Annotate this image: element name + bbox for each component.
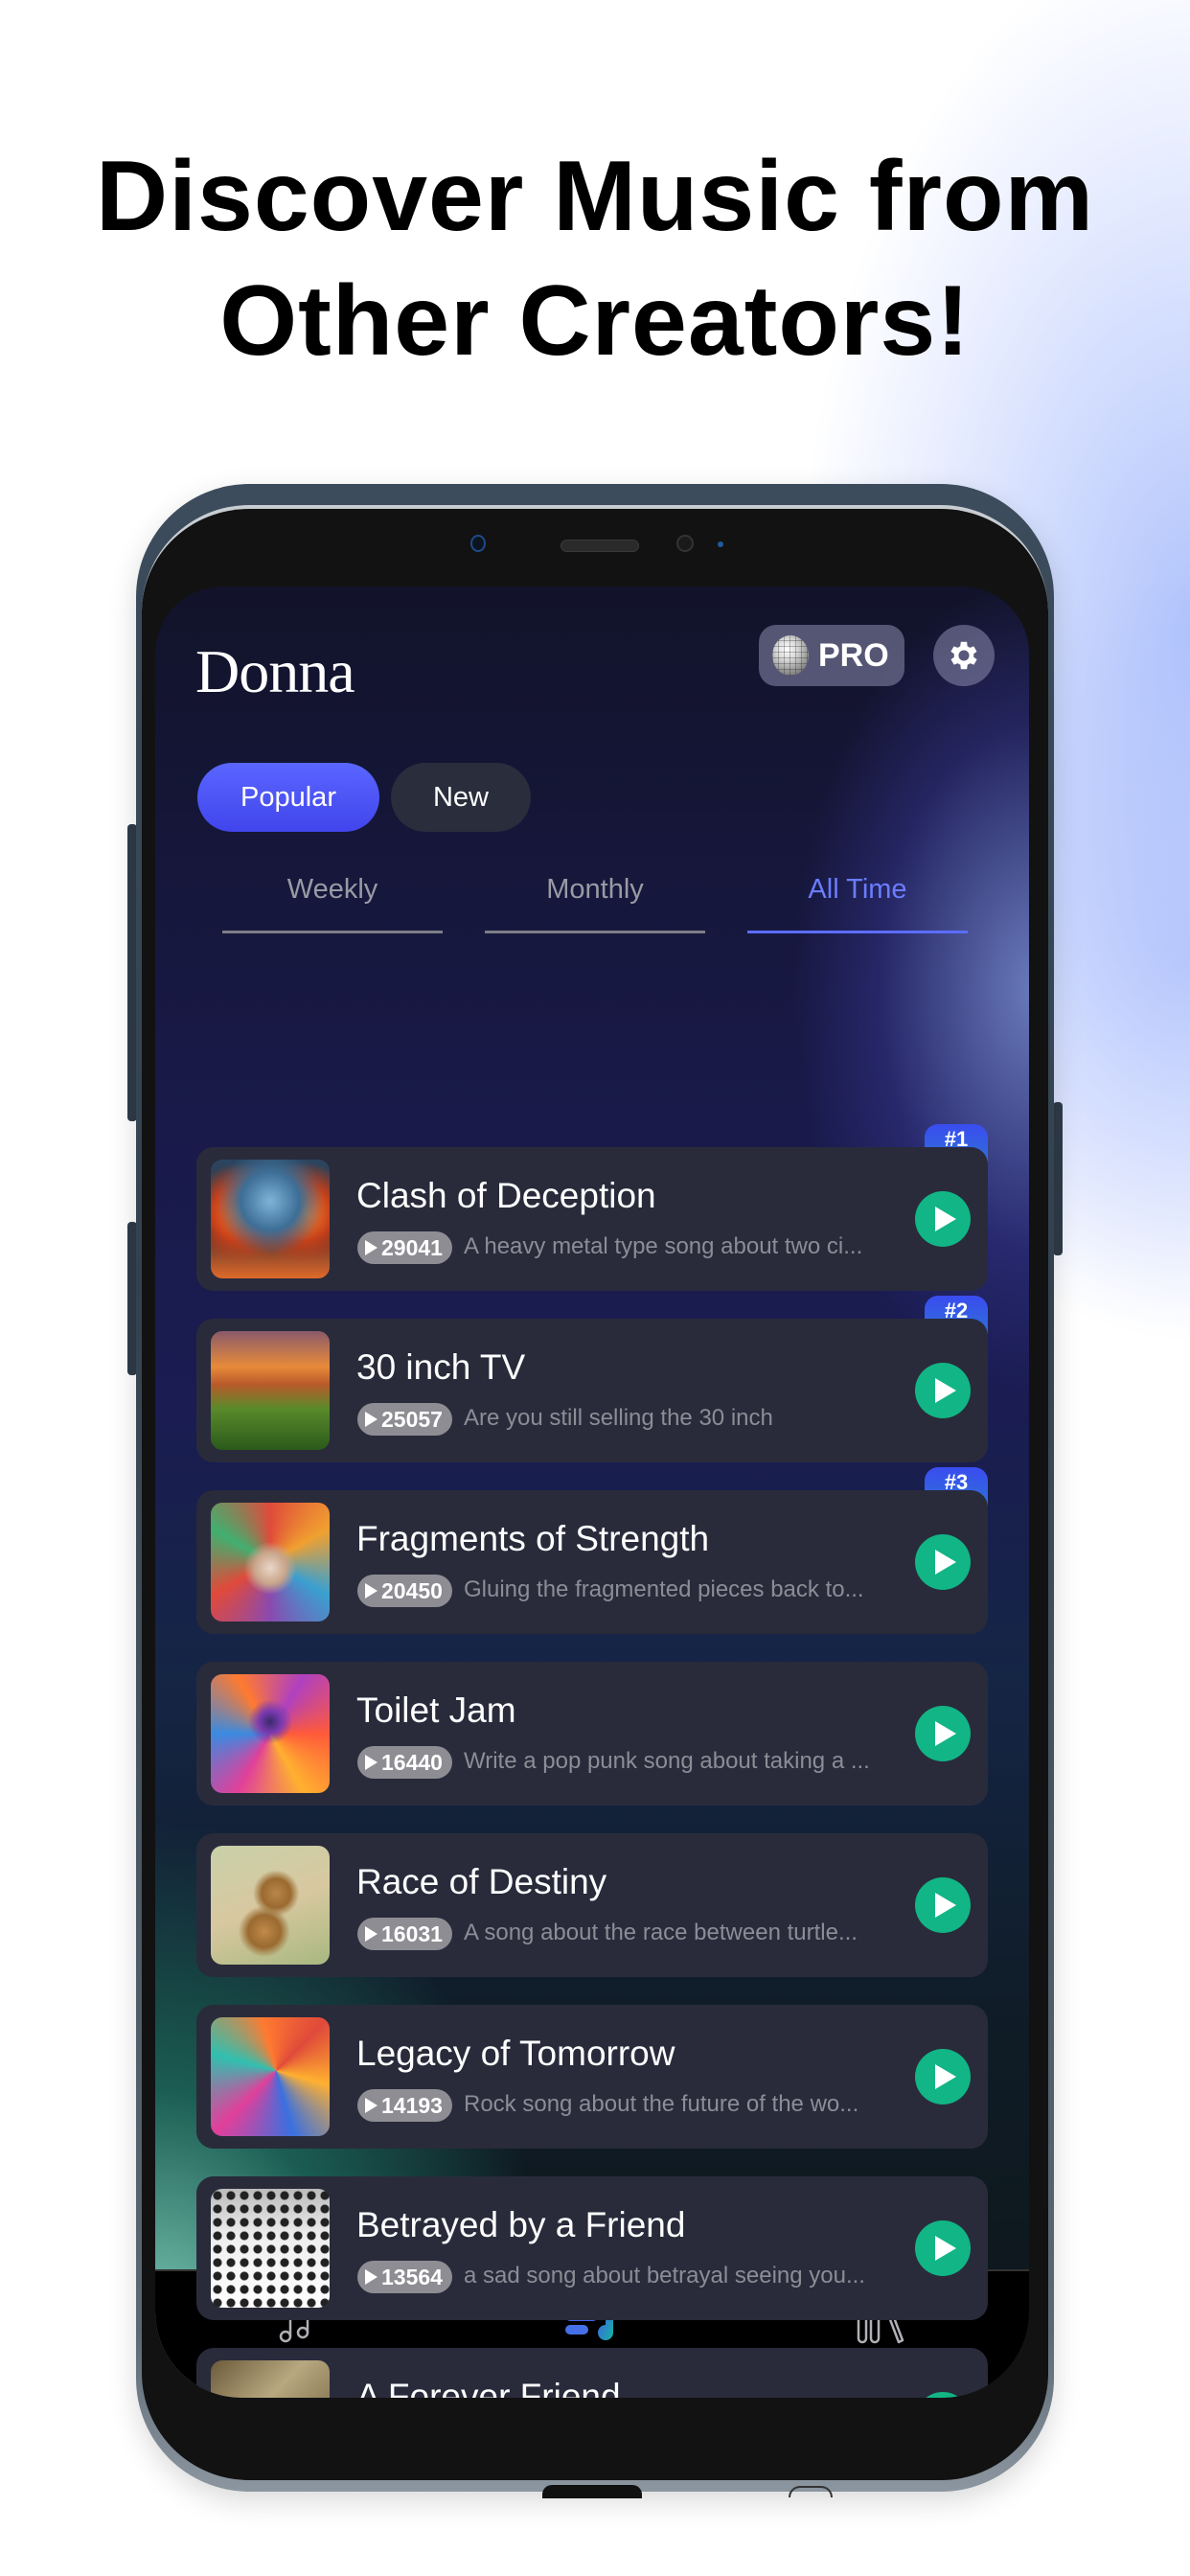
play-count-badge: 16031	[357, 1918, 452, 1950]
song-description: Rock song about the future of the wo...	[464, 2091, 859, 2117]
pro-label: PRO	[818, 636, 889, 674]
charging-port	[542, 2485, 642, 2498]
song-description: A heavy metal type song about two ci...	[464, 1233, 863, 1259]
play-count: 14193	[381, 2092, 443, 2118]
song-title: Legacy of Tomorrow	[356, 2034, 675, 2073]
play-count-badge: 14193	[357, 2089, 452, 2122]
song-description: a sad song about betrayal seeing you...	[464, 2263, 865, 2288]
play-count: 25057	[381, 1406, 443, 1432]
headline-line-2: Other Creators!	[219, 265, 971, 377]
play-count: 20450	[381, 1577, 443, 1603]
play-count-icon	[365, 1926, 378, 1942]
disco-ball-icon	[772, 635, 809, 676]
song-card[interactable]: #2 30 inch TV 25057 Are you still sellin…	[196, 1296, 988, 1462]
song-artwork	[211, 1503, 330, 1622]
gear-icon	[950, 641, 977, 670]
proximity-sensor-icon	[718, 541, 723, 547]
song-card[interactable]: Legacy of Tomorrow 14193 Rock song about…	[196, 2005, 988, 2149]
play-count-icon	[365, 1412, 378, 1427]
song-description: Are you still selling the 30 inch	[464, 1405, 773, 1431]
song-card[interactable]: Race of Destiny 16031 A song about the r…	[196, 1833, 988, 1977]
play-icon	[935, 1550, 956, 1575]
song-title: Toilet Jam	[356, 1690, 516, 1730]
song-artwork	[211, 1160, 330, 1278]
play-count-icon	[365, 1240, 378, 1255]
play-icon	[935, 1721, 956, 1746]
play-button[interactable]	[915, 1191, 971, 1247]
play-count-badge: 20450	[357, 1575, 452, 1607]
tab-weekly[interactable]: Weekly	[222, 874, 443, 933]
song-card-body: Clash of Deception 29041 A heavy metal t…	[196, 1147, 988, 1291]
sensor-icon	[676, 535, 694, 552]
song-card-body: Fragments of Strength 20450 Gluing the f…	[196, 1490, 988, 1634]
promo-headline: Discover Music from Other Creators!	[0, 134, 1190, 383]
song-card-body: Legacy of Tomorrow 14193 Rock song about…	[196, 2005, 988, 2149]
play-count-icon	[365, 2269, 378, 2285]
song-card[interactable]: #1 Clash of Deception 29041 A heavy meta…	[196, 1124, 988, 1291]
song-artwork	[211, 1331, 330, 1450]
play-button[interactable]	[915, 2392, 971, 2398]
play-button[interactable]	[915, 1877, 971, 1933]
play-count-icon	[365, 2098, 378, 2113]
front-camera-icon	[470, 535, 486, 552]
play-icon	[935, 1378, 956, 1403]
play-count: 16440	[381, 1749, 443, 1775]
song-card-body: Toilet Jam 16440 Write a pop punk song a…	[196, 1662, 988, 1806]
song-artwork	[211, 2017, 330, 2136]
earpiece-speaker	[561, 540, 639, 552]
headphone-jack	[789, 2486, 833, 2497]
song-card[interactable]: #3 Fragments of Strength 20450 Gluing th…	[196, 1467, 988, 1634]
filter-new[interactable]: New	[391, 763, 531, 832]
play-count: 13564	[381, 2264, 443, 2289]
play-button[interactable]	[915, 1363, 971, 1418]
play-button[interactable]	[915, 1706, 971, 1761]
song-description: Gluing the fragmented pieces back to...	[464, 1576, 864, 1602]
play-count-badge: 16440	[357, 1746, 452, 1779]
song-title: Clash of Deception	[356, 1176, 656, 1215]
song-card[interactable]: A Forever Friend	[196, 2348, 988, 2398]
song-title: Race of Destiny	[356, 1862, 607, 1901]
song-description: A song about the race between turtle...	[464, 1920, 858, 1945]
app-screen: Donna PRO Popular New Weekly Monthly All…	[155, 586, 1029, 2398]
song-artwork	[211, 1674, 330, 1793]
song-card-body: 30 inch TV 25057 Are you still selling t…	[196, 1319, 988, 1462]
play-count-badge: 25057	[357, 1403, 452, 1436]
song-artwork	[211, 2360, 330, 2398]
play-count-icon	[365, 1755, 378, 1770]
song-title: A Forever Friend	[356, 2377, 621, 2398]
play-count: 29041	[381, 1234, 443, 1260]
song-title: 30 inch TV	[356, 1347, 526, 1387]
tab-monthly[interactable]: Monthly	[485, 874, 705, 933]
settings-button[interactable]	[933, 625, 995, 686]
play-count-icon	[365, 1583, 378, 1598]
play-count-badge: 13564	[357, 2261, 452, 2293]
tab-all-time[interactable]: All Time	[747, 874, 968, 933]
filter-popular[interactable]: Popular	[197, 763, 379, 832]
song-card-body: A Forever Friend	[196, 2348, 988, 2398]
song-artwork	[211, 1846, 330, 1965]
play-count: 16031	[381, 1920, 443, 1946]
play-button[interactable]	[915, 2220, 971, 2276]
play-icon	[935, 1893, 956, 1918]
song-title: Fragments of Strength	[356, 1519, 710, 1558]
play-button[interactable]	[915, 1534, 971, 1590]
app-logo: Donna	[195, 637, 355, 705]
pro-button[interactable]: PRO	[759, 625, 904, 686]
song-card-body: Betrayed by a Friend 13564 a sad song ab…	[196, 2176, 988, 2320]
phone-power-button	[1053, 1102, 1063, 1255]
play-icon	[935, 1207, 956, 1231]
song-description: Write a pop punk song about taking a ...	[464, 1748, 870, 1774]
song-artwork	[211, 2189, 330, 2308]
play-icon	[935, 2236, 956, 2261]
headline-line-1: Discover Music from	[96, 141, 1094, 252]
play-button[interactable]	[915, 2049, 971, 2104]
song-card[interactable]: Betrayed by a Friend 13564 a sad song ab…	[196, 2176, 988, 2320]
song-title: Betrayed by a Friend	[356, 2205, 686, 2244]
play-count-badge: 29041	[357, 1231, 452, 1264]
play-icon	[935, 2064, 956, 2089]
song-card-body: Race of Destiny 16031 A song about the r…	[196, 1833, 988, 1977]
song-card[interactable]: Toilet Jam 16440 Write a pop punk song a…	[196, 1662, 988, 1806]
